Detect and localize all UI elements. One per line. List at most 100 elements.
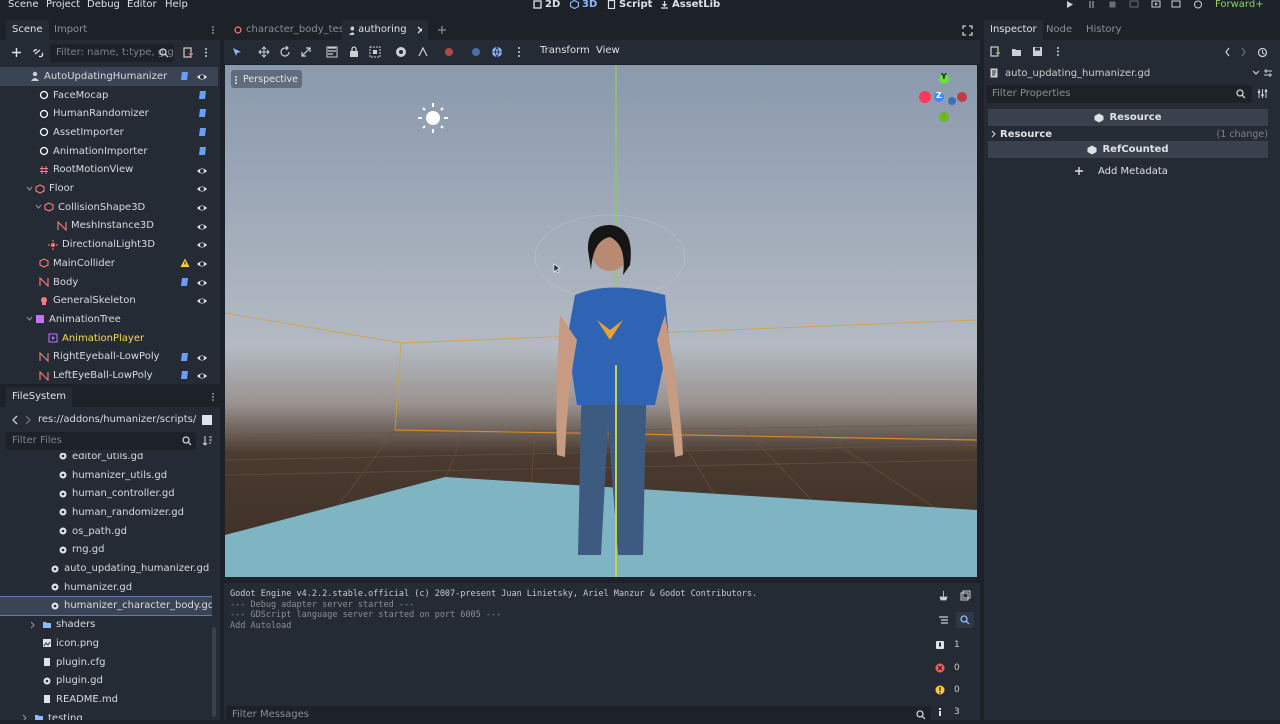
visibility-eye-icon[interactable]: [196, 352, 208, 364]
sort-icon[interactable]: [202, 435, 213, 446]
collapse-arrow-icon[interactable]: [26, 316, 33, 322]
transform-menu[interactable]: Transform: [540, 45, 590, 56]
script-badge-icon[interactable]: [198, 90, 208, 100]
stop-icon[interactable]: [1108, 0, 1117, 9]
forward-arrow-icon[interactable]: [24, 415, 32, 425]
tab-inspector[interactable]: Inspector: [984, 20, 1043, 40]
filesystem-file[interactable]: editor_utils.gd: [0, 453, 212, 466]
add-node-icon[interactable]: [11, 47, 22, 58]
visibility-eye-icon[interactable]: [196, 370, 208, 382]
scene-tree-item[interactable]: AnimationPlayer: [0, 329, 218, 348]
environment-globe-icon[interactable]: [491, 46, 503, 58]
filesystem-file[interactable]: humanizer_character_body.gd: [0, 595, 212, 617]
resource-category-row[interactable]: Resource (1 change): [988, 126, 1268, 142]
info-count-toggle[interactable]: 3: [935, 704, 975, 720]
snap-icon[interactable]: [417, 46, 429, 58]
scene-tree-item[interactable]: FaceMocap: [0, 86, 218, 105]
add-tab-icon[interactable]: [437, 25, 447, 35]
scene-tree-item[interactable]: LeftEyeBall-LowPoly: [0, 366, 218, 384]
clear-output-icon[interactable]: [938, 590, 949, 601]
view-menu[interactable]: View: [596, 45, 620, 56]
tab-import[interactable]: Import: [48, 20, 93, 40]
scene-tree-item[interactable]: Body: [0, 273, 218, 292]
filesystem-filter-input[interactable]: Filter Files: [6, 432, 196, 450]
script-badge-icon[interactable]: [180, 71, 190, 81]
list-select-icon[interactable]: [326, 46, 338, 58]
history-forward-icon[interactable]: [1240, 47, 1247, 57]
menu-debug[interactable]: Debug: [87, 0, 120, 10]
renderer-select[interactable]: Forward+: [1215, 0, 1264, 10]
resource-path-selector[interactable]: auto_updating_humanizer.gd: [986, 65, 1262, 81]
scene-tree-item[interactable]: AnimationTree: [0, 310, 218, 329]
visibility-eye-icon[interactable]: [196, 221, 208, 233]
menu-scene[interactable]: Scene: [8, 0, 39, 10]
play-scene-icon[interactable]: [1151, 0, 1161, 9]
add-metadata-button[interactable]: Add Metadata: [1070, 162, 1180, 180]
movie-maker-icon[interactable]: [1193, 0, 1203, 9]
filesystem-folder[interactable]: testing: [0, 709, 212, 720]
distraction-free-icon[interactable]: [962, 25, 973, 36]
scene-tree-item[interactable]: RightEyeball-LowPoly: [0, 348, 218, 367]
warning-icon[interactable]: [180, 258, 190, 268]
resource-menu-icon[interactable]: [1056, 46, 1060, 57]
script-badge-icon[interactable]: [180, 277, 190, 287]
tab-authoring[interactable]: authoring: [342, 20, 428, 40]
filesystem-menu-icon[interactable]: [210, 392, 216, 402]
play-icon[interactable]: [1065, 0, 1074, 9]
collapse-arrow-icon[interactable]: [35, 204, 42, 210]
filesystem-file[interactable]: human_randomizer.gd: [0, 503, 212, 522]
remote-debug-icon[interactable]: [1129, 0, 1139, 9]
play-custom-scene-icon[interactable]: [1171, 0, 1181, 9]
script-badge-icon[interactable]: [180, 352, 190, 362]
scene-tree-item[interactable]: AutoUpdatingHumanizer: [0, 67, 218, 86]
script-badge-icon[interactable]: [180, 370, 190, 380]
visibility-eye-icon[interactable]: [196, 71, 208, 83]
inspector-options-icon[interactable]: [1257, 88, 1268, 99]
visibility-eye-icon[interactable]: [196, 239, 208, 251]
filesystem-file[interactable]: icon.png: [0, 634, 212, 653]
filter-properties-input[interactable]: Filter Properties: [986, 85, 1252, 103]
search-toggle[interactable]: [956, 612, 974, 628]
scene-tree-item[interactable]: CollisionShape3D: [0, 198, 218, 217]
attach-script-icon[interactable]: [182, 47, 194, 59]
filesystem-file[interactable]: humanizer.gd: [0, 578, 212, 597]
perspective-menu[interactable]: Perspective: [234, 74, 298, 85]
filesystem-folder[interactable]: shaders: [0, 615, 212, 634]
filesystem-file[interactable]: README.md: [0, 690, 212, 709]
scene-filter-input[interactable]: Filter: name, t:type, g:gr: [50, 44, 174, 62]
save-resource-icon[interactable]: [1032, 46, 1043, 57]
lock-icon[interactable]: [348, 46, 360, 58]
scene-menu-icon[interactable]: [203, 47, 209, 58]
menu-editor[interactable]: Editor: [127, 0, 157, 10]
load-resource-icon[interactable]: [1011, 47, 1022, 57]
visibility-eye-icon[interactable]: [196, 165, 208, 177]
pause-icon[interactable]: [1087, 0, 1096, 9]
scale-tool-icon[interactable]: [300, 46, 312, 58]
filesystem-file[interactable]: human_controller.gd: [0, 484, 212, 503]
visibility-eye-icon[interactable]: [196, 295, 208, 307]
scene-tree-item[interactable]: Floor: [0, 179, 218, 198]
filesystem-file[interactable]: os_path.gd: [0, 522, 212, 541]
filesystem-file[interactable]: auto_updating_humanizer.gd: [0, 559, 212, 578]
script-badge-icon[interactable]: [198, 108, 208, 118]
filesystem-file[interactable]: plugin.cfg: [0, 653, 212, 672]
scene-tree-item[interactable]: AnimationImporter: [0, 142, 218, 161]
mode-assetlib-button[interactable]: AssetLib: [660, 0, 720, 10]
filesystem-scrollbar[interactable]: [212, 627, 216, 717]
chevron-right-icon[interactable]: [30, 621, 36, 629]
history-back-icon[interactable]: [1224, 47, 1231, 57]
tab-filesystem[interactable]: FileSystem: [6, 387, 73, 407]
filesystem-file[interactable]: plugin.gd: [0, 671, 212, 690]
mode-script-button[interactable]: Script: [607, 0, 652, 10]
filesystem-file[interactable]: humanizer_utils.gd: [0, 466, 212, 485]
object-props-icon[interactable]: [1263, 68, 1273, 78]
filter-messages-input[interactable]: Filter Messages: [226, 706, 931, 724]
move-tool-icon[interactable]: [258, 46, 270, 58]
filesystem-path-input[interactable]: res://addons/humanizer/scripts/hu: [34, 411, 196, 429]
preview-sun-icon[interactable]: [443, 46, 455, 58]
rotate-tool-icon[interactable]: [279, 46, 291, 58]
tab-node[interactable]: Node: [1040, 20, 1078, 40]
script-badge-icon[interactable]: [198, 146, 208, 156]
ruler-icon[interactable]: [395, 46, 407, 58]
visibility-eye-icon[interactable]: [196, 183, 208, 195]
